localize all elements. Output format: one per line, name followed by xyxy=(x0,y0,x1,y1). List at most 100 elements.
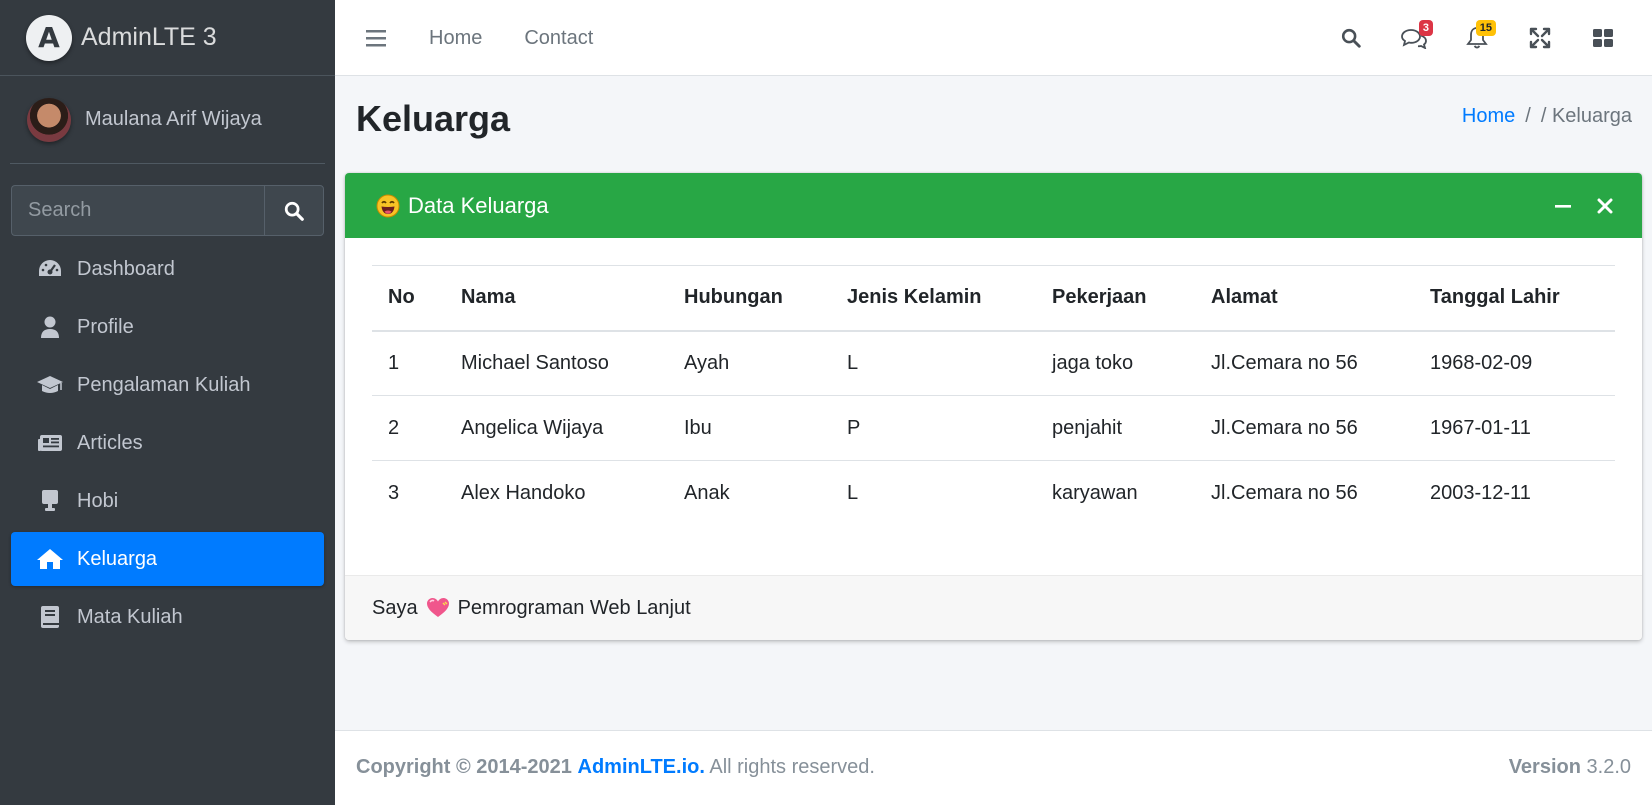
table-cell: 1967-01-11 xyxy=(1414,395,1615,461)
column-header: Hubungan xyxy=(668,265,831,332)
table-cell: L xyxy=(831,330,1036,396)
table-cell: penjahit xyxy=(1036,395,1195,461)
sidebar-item-mata-kuliah[interactable]: Mata Kuliah xyxy=(11,590,324,644)
version-label: Version xyxy=(1508,756,1581,778)
table-cell: Anak xyxy=(684,481,730,504)
brand-logo-letter: A xyxy=(38,21,60,54)
fullscreen-button[interactable] xyxy=(1508,18,1571,58)
table-row: 3 Alex Handoko Anak L karyawan Jl.Cemara… xyxy=(372,461,1615,526)
th-large-icon xyxy=(1592,29,1613,47)
page-title: Keluarga xyxy=(356,98,511,139)
search-icon xyxy=(284,201,304,221)
column-header: Nama xyxy=(445,265,668,332)
top-navbar: Home Contact 3 15 xyxy=(335,0,1652,76)
breadcrumb-home-link[interactable]: Home xyxy=(1462,105,1515,128)
tachometer-icon xyxy=(36,255,64,283)
sidebar-item-label: Hobi xyxy=(77,489,119,512)
sidebar-item-label: Articles xyxy=(77,431,143,454)
search-button[interactable] xyxy=(264,185,324,236)
footer-text-before: Saya xyxy=(372,596,418,619)
search-icon xyxy=(1341,28,1361,48)
table-cell: Jl.Cemara no 56 xyxy=(1195,330,1414,396)
sidebar-item-label: Dashboard xyxy=(77,257,175,280)
copyright-text: Copyright © 2014-2021 xyxy=(356,756,572,778)
notifications-badge: 15 xyxy=(1475,20,1496,36)
sidebar-item-pengalaman-kuliah[interactable]: Pengalaman Kuliah xyxy=(11,358,324,412)
user-name[interactable]: Maulana Arif Wijaya xyxy=(85,108,262,131)
table-cell: 3 xyxy=(388,481,400,504)
column-header: Alamat xyxy=(1195,265,1414,332)
table-cell: jaga toko xyxy=(1036,330,1195,396)
control-sidebar-button[interactable] xyxy=(1571,18,1634,58)
table-row: 1 Michael Santoso Ayah L jaga toko Jl.Ce… xyxy=(372,330,1615,396)
avatar xyxy=(27,97,71,142)
table-cell: Ayah xyxy=(668,330,831,396)
table-cell: Ibu xyxy=(668,395,831,461)
newspaper-icon xyxy=(36,429,64,457)
table-cell: Jl.Cemara no 56 xyxy=(1211,481,1358,504)
table-cell: Michael Santoso xyxy=(445,330,668,396)
nav-link-home[interactable]: Home xyxy=(429,27,482,50)
sidebar-item-articles[interactable]: Articles xyxy=(11,416,324,470)
adminlte-link[interactable]: AdminLTE.io. xyxy=(578,756,705,778)
column-header: Jenis Kelamin xyxy=(831,265,1036,332)
table-cell: Alex Handoko xyxy=(461,481,586,504)
sidebar-item-label: Keluarga xyxy=(77,547,158,570)
rights-text: All rights reserved. xyxy=(709,756,875,778)
minus-icon xyxy=(1555,204,1571,208)
home-icon xyxy=(36,545,64,573)
sidebar-search xyxy=(11,185,324,236)
keluarga-table: No Nama Hubungan Jenis Kelamin Pekerjaan… xyxy=(372,265,1615,526)
breadcrumb-separator: / xyxy=(1525,105,1531,127)
breadcrumb-current: / Keluarga xyxy=(1540,105,1632,127)
sidebar-item-label: Pengalaman Kuliah xyxy=(77,373,251,396)
sidebar-item-profile[interactable]: Profile xyxy=(11,300,324,354)
sidebar-nav: Dashboard Profile Pengalaman Kuliah Arti… xyxy=(0,242,335,644)
version-number: 3.2.0 xyxy=(1586,756,1631,778)
collapse-button[interactable] xyxy=(1542,186,1584,226)
table-cell: 1 xyxy=(372,330,445,396)
notifications-dropdown[interactable]: 15 xyxy=(1445,18,1508,58)
sidebar-item-keluarga[interactable]: Keluarga xyxy=(11,532,324,586)
table-cell: 2 xyxy=(372,395,445,461)
table-header-row: No Nama Hubungan Jenis Kelamin Pekerjaan… xyxy=(372,265,1615,332)
content-wrapper: Keluarga Home / / Keluarga Data Keluarga xyxy=(335,76,1652,730)
sidebar-item-dashboard[interactable]: Dashboard xyxy=(11,242,324,296)
main-footer: Copyright © 2014-2021 AdminLTE.io. All r… xyxy=(335,730,1652,805)
remove-button[interactable] xyxy=(1584,186,1626,226)
table-cell: karyawan xyxy=(1052,481,1138,504)
brand-text: AdminLTE 3 xyxy=(81,23,217,51)
sidebar-item-label: Mata Kuliah xyxy=(77,605,183,628)
expand-arrows-icon xyxy=(1529,27,1550,49)
book-icon xyxy=(36,603,64,631)
table-cell: 2003-12-11 xyxy=(1430,481,1531,504)
search-input[interactable] xyxy=(11,185,264,236)
graduation-cap-icon xyxy=(36,371,64,399)
navbar-search-button[interactable] xyxy=(1319,18,1382,58)
desktop-icon xyxy=(36,487,64,515)
sidebar-item-hobi[interactable]: Hobi xyxy=(11,474,324,528)
laughing-face-icon xyxy=(376,194,400,217)
card-body: No Nama Hubungan Jenis Kelamin Pekerjaan… xyxy=(345,238,1642,575)
main-sidebar: A AdminLTE 3 Maulana Arif Wijaya Dashboa… xyxy=(0,0,335,805)
table-cell: 1968-02-09 xyxy=(1414,330,1615,396)
data-keluarga-card: Data Keluarga No Nama Hubungan Jenis Kel… xyxy=(345,173,1642,640)
card-title: Data Keluarga xyxy=(408,192,549,218)
hamburger-menu-icon[interactable] xyxy=(365,29,387,47)
brand-logo: A xyxy=(26,14,72,61)
user-panel[interactable]: Maulana Arif Wijaya xyxy=(10,76,325,164)
nav-link-contact[interactable]: Contact xyxy=(524,27,593,50)
messages-dropdown[interactable]: 3 xyxy=(1382,18,1445,58)
table-row: 2 Angelica Wijaya Ibu P penjahit Jl.Cema… xyxy=(372,395,1615,461)
column-header: Pekerjaan xyxy=(1036,265,1195,332)
card-header: Data Keluarga xyxy=(345,173,1642,238)
table-cell: Angelica Wijaya xyxy=(445,395,668,461)
breadcrumb: Home / / Keluarga xyxy=(1462,105,1632,128)
messages-badge: 3 xyxy=(1418,20,1433,36)
brand-link[interactable]: A AdminLTE 3 xyxy=(0,0,335,76)
close-icon xyxy=(1597,198,1613,213)
footer-text-after: Pemrograman Web Lanjut xyxy=(457,596,691,619)
card-footer: Saya Pemrograman Web Lanjut xyxy=(345,575,1642,640)
user-icon xyxy=(36,313,64,341)
column-header: Tanggal Lahir xyxy=(1414,265,1615,332)
